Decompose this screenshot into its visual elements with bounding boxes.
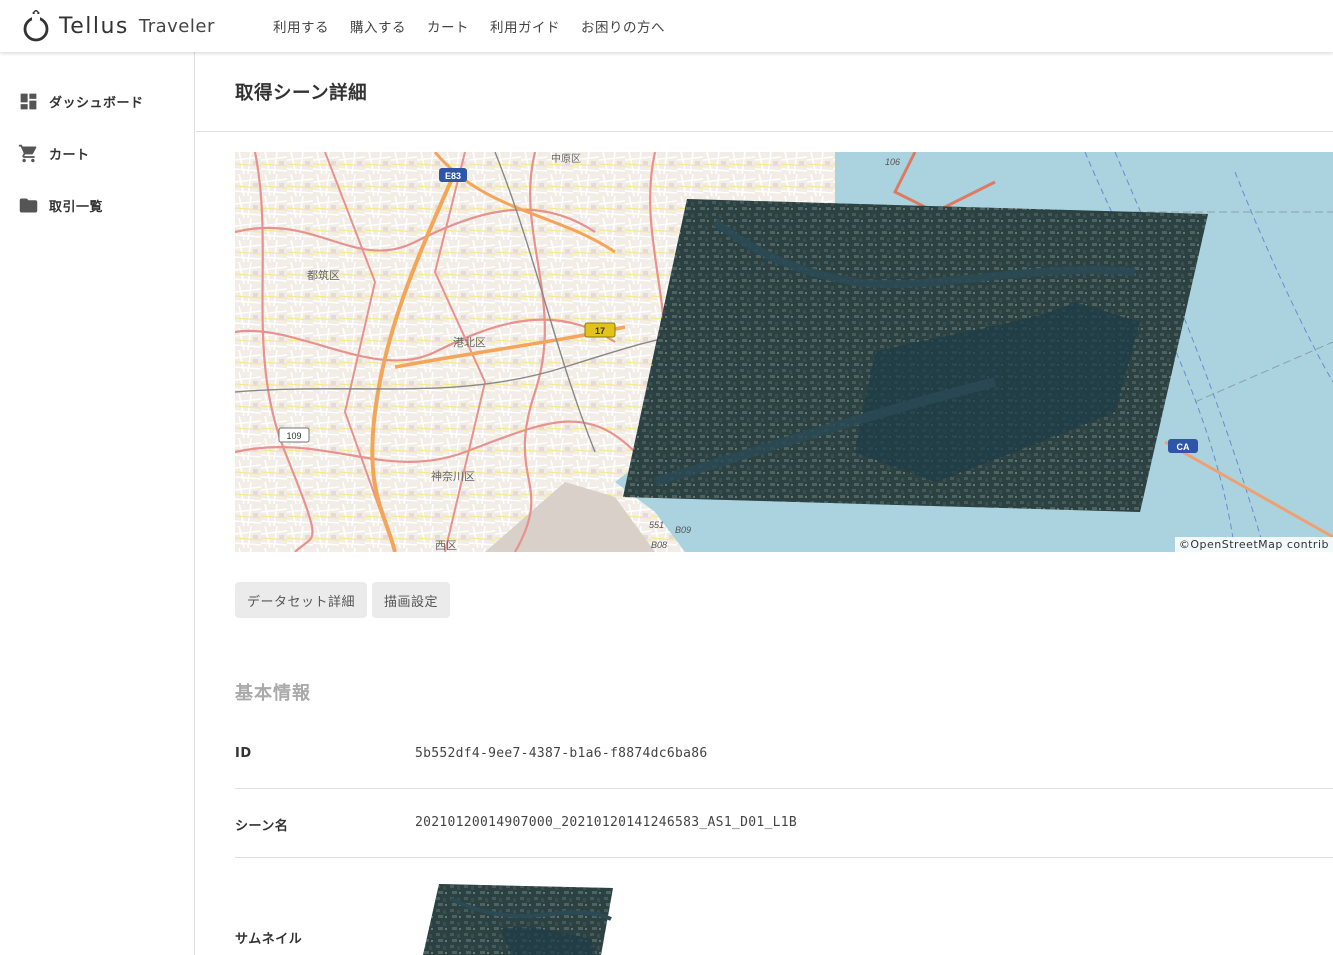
map-label-kanagawa: 神奈川区 bbox=[431, 469, 475, 483]
svg-text:E83: E83 bbox=[445, 171, 461, 181]
main-content: 取得シーン詳細 E83 17 109 CA 106 551 B09 B08 都筑… bbox=[196, 52, 1333, 955]
divider bbox=[235, 788, 1333, 789]
sidebar-item-label: 取引一覧 bbox=[49, 200, 104, 215]
sidebar-item-cart[interactable]: カート bbox=[18, 143, 90, 164]
road-shield-ca: CA bbox=[1168, 439, 1198, 453]
map-label-551: 551 bbox=[649, 520, 664, 530]
dataset-detail-button[interactable]: データセット詳細 bbox=[235, 582, 368, 618]
map-view[interactable]: E83 17 109 CA 106 551 B09 B08 都筑区 港北区 神奈… bbox=[235, 152, 1333, 552]
app-logo[interactable]: Tellus Traveler bbox=[22, 10, 215, 42]
sidebar-item-label: ダッシュボード bbox=[49, 96, 144, 111]
map-label-106: 106 bbox=[885, 157, 900, 167]
map-attribution[interactable]: ©OpenStreetMap contrib bbox=[1174, 537, 1333, 552]
map-label-b08: B08 bbox=[651, 540, 667, 550]
nav-item-use[interactable]: 利用する bbox=[273, 16, 329, 36]
thumbnail-label: サムネイル bbox=[235, 932, 303, 947]
sidebar-item-transactions[interactable]: 取引一覧 bbox=[18, 195, 103, 216]
dashboard-icon bbox=[20, 93, 37, 110]
top-header: Tellus Traveler 利用する 購入する カート 利用ガイド お困りの… bbox=[0, 0, 1333, 52]
page-title: 取得シーン詳細 bbox=[235, 83, 368, 104]
nav-item-cart[interactable]: カート bbox=[427, 16, 469, 36]
main-nav: 利用する 購入する カート 利用ガイド お困りの方へ bbox=[273, 16, 686, 36]
brand-name: Tellus bbox=[59, 13, 129, 39]
scene-name-label: シーン名 bbox=[235, 819, 289, 834]
svg-text:CA: CA bbox=[1177, 442, 1190, 452]
cart-icon bbox=[18, 144, 37, 163]
map-label-tsuzuki: 都筑区 bbox=[307, 268, 340, 282]
divider bbox=[235, 857, 1333, 858]
road-shield-109: 109 bbox=[278, 427, 310, 443]
road-shield-e83: E83 bbox=[439, 168, 467, 182]
id-value: 5b552df4-9ee7-4387-b1a6-f8874dc6ba86 bbox=[415, 746, 708, 761]
map-canvas[interactable]: E83 17 109 CA 106 551 B09 B08 都筑区 港北区 神奈… bbox=[235, 152, 1333, 552]
sidebar: ダッシュボード カート 取引一覧 bbox=[0, 52, 195, 955]
map-label-kohoku: 港北区 bbox=[453, 336, 486, 349]
sidebar-item-dashboard[interactable]: ダッシュボード bbox=[18, 91, 144, 112]
map-label-nakahara: 中原区 bbox=[551, 152, 581, 165]
nav-item-help[interactable]: お困りの方へ bbox=[581, 16, 665, 36]
sidebar-item-label: カート bbox=[49, 148, 90, 163]
nav-item-purchase[interactable]: 購入する bbox=[350, 16, 406, 36]
render-settings-button[interactable]: 描画設定 bbox=[372, 582, 451, 618]
product-name: Traveler bbox=[138, 15, 215, 37]
scene-name-value: 20210120014907000_20210120141246583_AS1_… bbox=[415, 815, 797, 830]
nav-item-guide[interactable]: 利用ガイド bbox=[490, 16, 560, 36]
id-label: ID bbox=[235, 746, 252, 761]
section-title-basic-info: 基本情報 bbox=[235, 683, 311, 704]
scene-thumbnail bbox=[423, 884, 613, 955]
svg-text:17: 17 bbox=[595, 326, 605, 336]
divider bbox=[196, 131, 1333, 132]
svg-text:109: 109 bbox=[286, 431, 301, 441]
map-label-nishi: 西区 bbox=[435, 539, 457, 552]
road-shield-17: 17 bbox=[584, 322, 616, 338]
tellus-logo-icon bbox=[23, 10, 49, 42]
folder-icon bbox=[19, 198, 38, 213]
map-label-b09: B09 bbox=[675, 525, 691, 535]
